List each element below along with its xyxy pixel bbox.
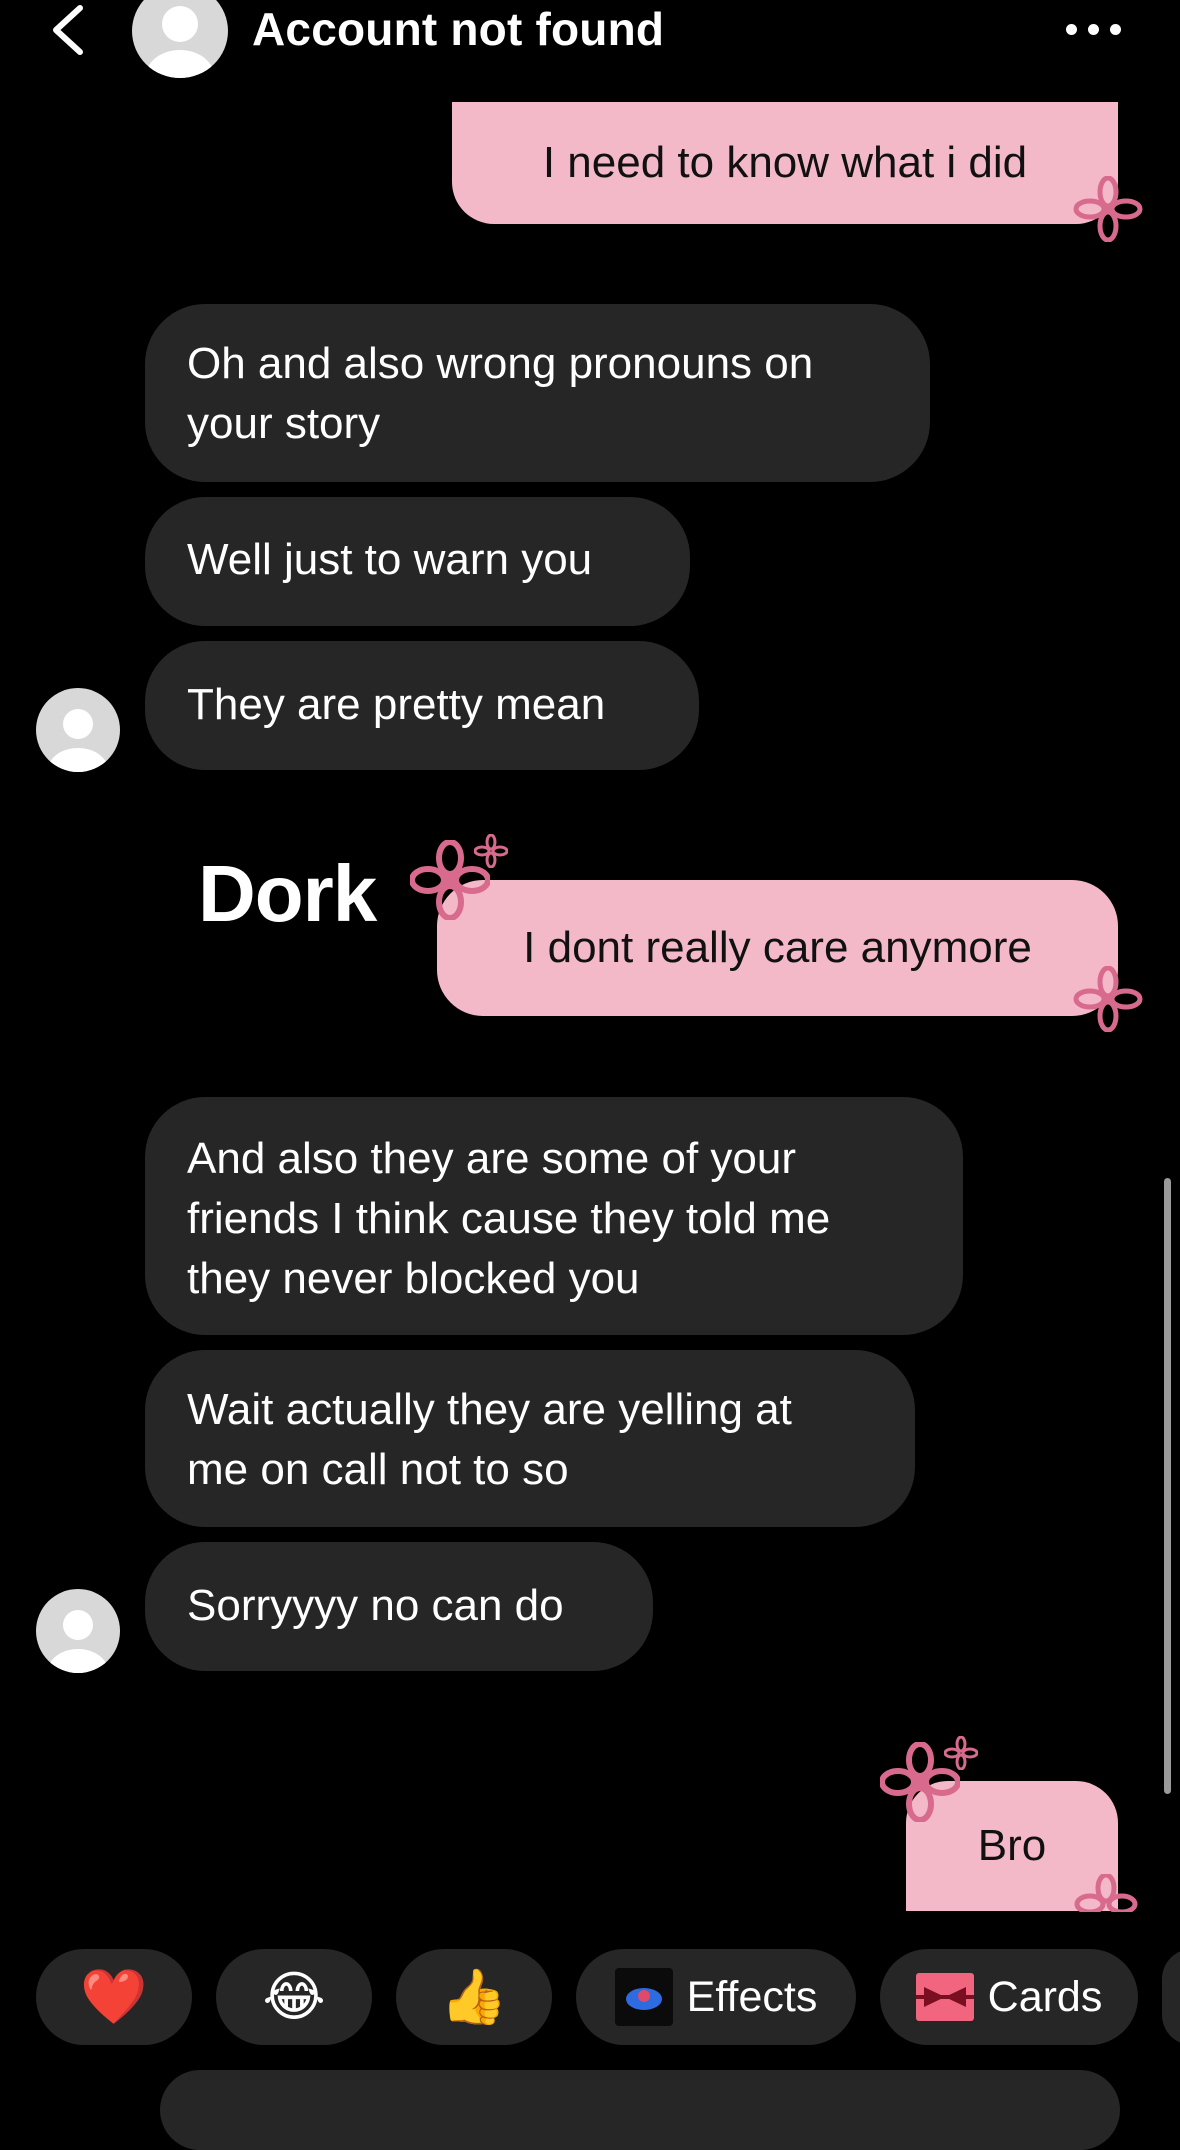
message-line: your story <box>187 399 381 448</box>
message-line: friends I think cause they told me <box>187 1194 831 1243</box>
effects-button[interactable]: Effects <box>576 1949 856 2045</box>
message-line: me on call not to so <box>187 1445 569 1494</box>
flower-sticker-icon <box>944 1736 978 1770</box>
outgoing-message[interactable]: I need to know what i did <box>452 102 1118 224</box>
back-button[interactable] <box>44 2 94 58</box>
effects-label: Effects <box>686 1972 818 2021</box>
message-line: they never blocked you <box>187 1254 640 1303</box>
sender-avatar[interactable] <box>36 1589 120 1673</box>
message-text: Bro <box>977 1821 1047 1870</box>
laugh-reaction-button[interactable]: 😂 <box>216 1949 372 2045</box>
effects-icon <box>614 1968 673 2026</box>
flower-sticker-icon <box>1074 1874 1138 1912</box>
cards-label: Cards <box>987 1972 1103 2021</box>
message-text: I dont really care anymore <box>523 923 1032 972</box>
flower-sticker-icon <box>474 834 508 868</box>
thumbs-up-reaction-button[interactable]: 👍 <box>396 1949 552 2045</box>
heart-reaction-button[interactable]: ❤️ <box>36 1949 192 2045</box>
incoming-message[interactable]: Oh and also wrong pronouns on your story <box>145 304 930 482</box>
message-text: They are pretty mean <box>187 680 606 729</box>
chat-header: Account not found <box>0 0 1180 80</box>
incoming-message[interactable]: Sorryyyy no can do <box>145 1542 653 1671</box>
heart-icon: ❤️ <box>80 1967 148 2027</box>
chat-title[interactable]: Account not found <box>252 2 664 56</box>
overlay-text: Dork <box>198 849 377 938</box>
gift-card-icon <box>915 1973 974 2021</box>
flower-sticker-icon <box>1073 176 1143 242</box>
laughing-emoji-icon: 😂 <box>262 1967 326 2027</box>
chevron-left-icon <box>53 5 83 55</box>
default-user-icon <box>48 709 108 772</box>
message-text: Sorryyyy no can do <box>187 1581 564 1630</box>
sender-avatar[interactable] <box>36 688 120 772</box>
default-user-icon <box>48 1610 108 1673</box>
incoming-message[interactable]: Wait actually they are yelling at me on … <box>145 1350 915 1527</box>
flower-sticker-icon <box>1073 966 1143 1032</box>
scrollbar[interactable] <box>1164 1178 1171 1794</box>
incoming-message[interactable]: And also they are some of your friends I… <box>145 1097 963 1335</box>
message-line: And also they are some of your <box>187 1134 796 1183</box>
more-options-button[interactable] <box>1062 14 1126 44</box>
message-text: I need to know what i did <box>542 138 1028 187</box>
incoming-message[interactable]: Well just to warn you <box>145 497 690 626</box>
thumbs-up-icon: 👍 <box>440 1967 508 2027</box>
message-input[interactable] <box>160 2070 1120 2150</box>
more-actions-chip[interactable] <box>1162 1949 1180 2045</box>
message-text: Well just to warn you <box>187 535 593 584</box>
ellipsis-icon <box>1066 24 1077 35</box>
message-line: Oh and also wrong pronouns on <box>187 339 814 388</box>
incoming-message[interactable]: They are pretty mean <box>145 641 699 770</box>
outgoing-message[interactable]: I dont really care anymore <box>437 880 1118 1016</box>
default-user-icon <box>146 6 214 78</box>
profile-avatar[interactable] <box>132 0 228 78</box>
message-line: Wait actually they are yelling at <box>187 1385 792 1434</box>
cards-button[interactable]: Cards <box>880 1949 1138 2045</box>
